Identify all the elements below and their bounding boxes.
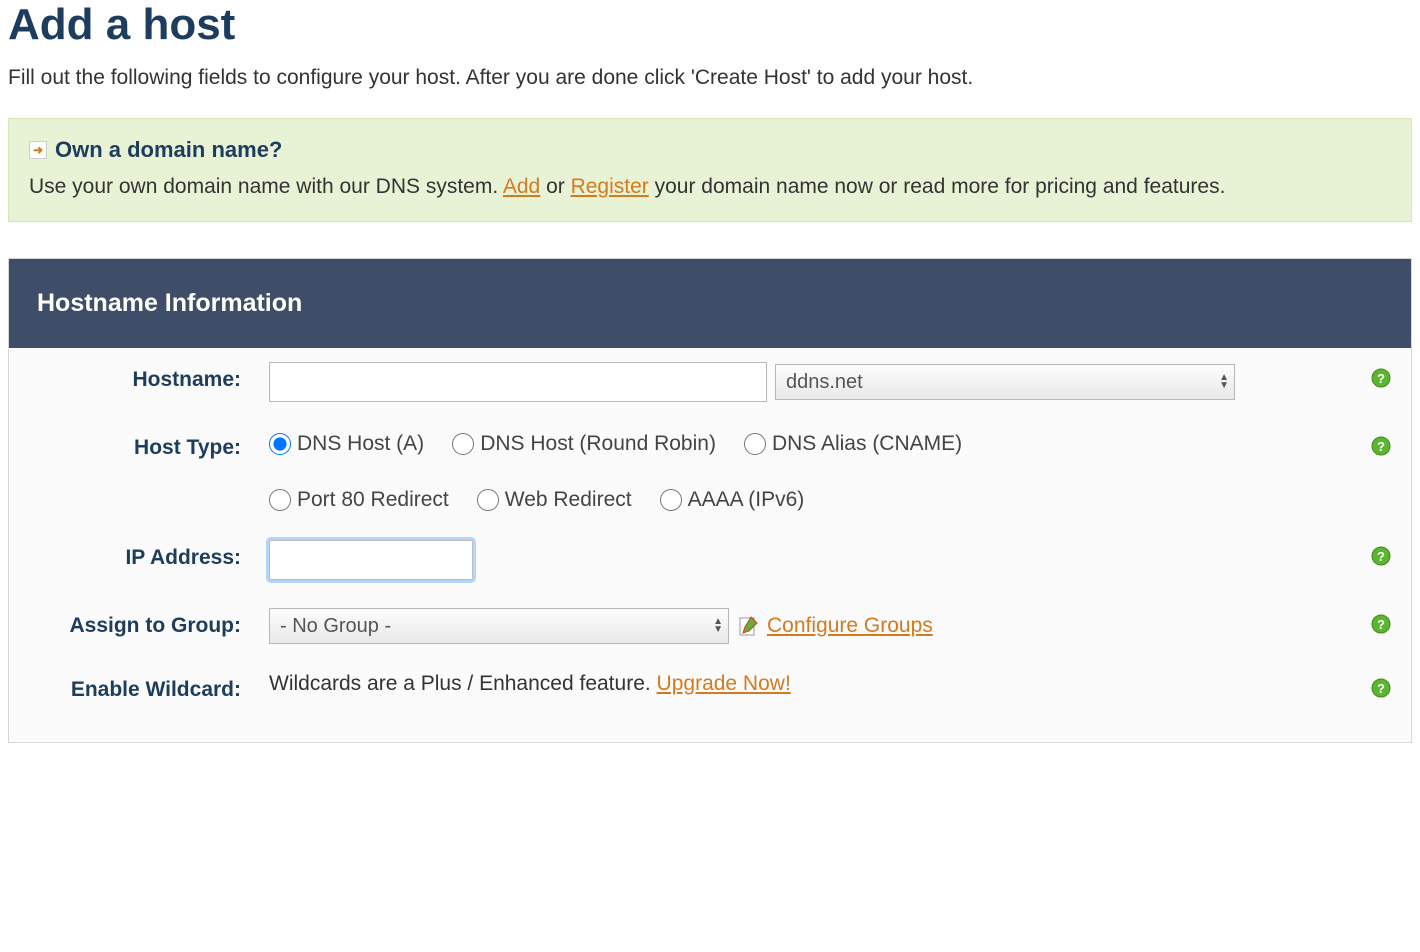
radio-port80-redirect[interactable]: Port 80 Redirect [269, 488, 449, 512]
radio-a-label: DNS Host (A) [297, 432, 424, 456]
help-icon[interactable]: ? [1371, 436, 1391, 456]
add-domain-link[interactable]: Add [503, 175, 540, 198]
configure-groups-link[interactable]: Configure Groups [767, 614, 933, 638]
wildcard-text-pre: Wildcards are a Plus / Enhanced feature. [269, 672, 657, 695]
upgrade-now-link[interactable]: Upgrade Now! [657, 672, 791, 695]
svg-text:?: ? [1377, 371, 1385, 386]
edit-icon[interactable] [737, 615, 759, 637]
radio-a-input[interactable] [269, 433, 291, 455]
wildcard-field: Wildcards are a Plus / Enhanced feature.… [269, 672, 1391, 696]
svg-text:?: ? [1377, 439, 1385, 454]
radio-dns-host-rr[interactable]: DNS Host (Round Robin) [452, 432, 716, 456]
hostname-row: Hostname: ddns.net ▲▼ ? [9, 348, 1411, 416]
notice-text-pre: Use your own domain name with our DNS sy… [29, 175, 503, 198]
group-select[interactable]: - No Group - [269, 608, 729, 644]
domain-notice: ➜ Own a domain name? Use your own domain… [8, 118, 1412, 222]
group-field: - No Group - ▲▼ Configure Groups [269, 608, 1391, 644]
panel-header: Hostname Information [9, 259, 1411, 348]
host-type-field: DNS Host (A) DNS Host (Round Robin) DNS … [269, 430, 1391, 512]
panel-body: Hostname: ddns.net ▲▼ ? Host Type: [9, 348, 1411, 742]
radio-port80-label: Port 80 Redirect [297, 488, 449, 512]
radio-rr-input[interactable] [452, 433, 474, 455]
ip-address-label: IP Address: [9, 540, 269, 570]
help-icon[interactable]: ? [1371, 614, 1391, 634]
domain-select-wrap: ddns.net ▲▼ [775, 364, 1235, 400]
radio-cname-label: DNS Alias (CNAME) [772, 432, 962, 456]
notice-heading: ➜ Own a domain name? [29, 137, 1391, 163]
radio-web-redirect[interactable]: Web Redirect [477, 488, 632, 512]
hostname-label: Hostname: [9, 362, 269, 392]
group-label: Assign to Group: [9, 608, 269, 638]
help-icon[interactable]: ? [1371, 368, 1391, 388]
notice-text-mid: or [540, 175, 570, 198]
wildcard-text: Wildcards are a Plus / Enhanced feature.… [269, 672, 791, 696]
radio-dns-host-a[interactable]: DNS Host (A) [269, 432, 424, 456]
hostname-input[interactable] [269, 362, 767, 402]
hostname-field: ddns.net ▲▼ [269, 362, 1391, 402]
page-intro: Fill out the following fields to configu… [8, 66, 1412, 90]
register-domain-link[interactable]: Register [571, 175, 649, 198]
group-select-wrap: - No Group - ▲▼ [269, 608, 729, 644]
radio-aaaa-ipv6[interactable]: AAAA (IPv6) [660, 488, 805, 512]
radio-web-label: Web Redirect [505, 488, 632, 512]
ip-address-input[interactable] [269, 540, 473, 580]
help-icon[interactable]: ? [1371, 546, 1391, 566]
notice-text-post: your domain name now or read more for pr… [649, 175, 1226, 198]
page-title: Add a host [8, 0, 1412, 50]
arrow-right-icon: ➜ [29, 141, 47, 159]
hostname-panel: Hostname Information Hostname: ddns.net … [8, 258, 1412, 743]
radio-rr-label: DNS Host (Round Robin) [480, 432, 716, 456]
radio-dns-alias-cname[interactable]: DNS Alias (CNAME) [744, 432, 962, 456]
radio-aaaa-input[interactable] [660, 489, 682, 511]
svg-text:?: ? [1377, 549, 1385, 564]
radio-port80-input[interactable] [269, 489, 291, 511]
ip-address-row: IP Address: ? [9, 526, 1411, 594]
notice-body: Use your own domain name with our DNS sy… [29, 171, 1391, 203]
host-type-row: Host Type: DNS Host (A) DNS Host (Round … [9, 416, 1411, 526]
wildcard-label: Enable Wildcard: [9, 672, 269, 702]
svg-text:?: ? [1377, 617, 1385, 632]
domain-select[interactable]: ddns.net [775, 364, 1235, 400]
help-icon[interactable]: ? [1371, 678, 1391, 698]
host-type-label: Host Type: [9, 430, 269, 460]
notice-heading-text: Own a domain name? [55, 137, 282, 163]
radio-aaaa-label: AAAA (IPv6) [688, 488, 805, 512]
group-row: Assign to Group: - No Group - ▲▼ Configu… [9, 594, 1411, 658]
ip-address-field [269, 540, 1391, 580]
radio-web-input[interactable] [477, 489, 499, 511]
wildcard-row: Enable Wildcard: Wildcards are a Plus / … [9, 658, 1411, 742]
radio-cname-input[interactable] [744, 433, 766, 455]
svg-text:?: ? [1377, 681, 1385, 696]
